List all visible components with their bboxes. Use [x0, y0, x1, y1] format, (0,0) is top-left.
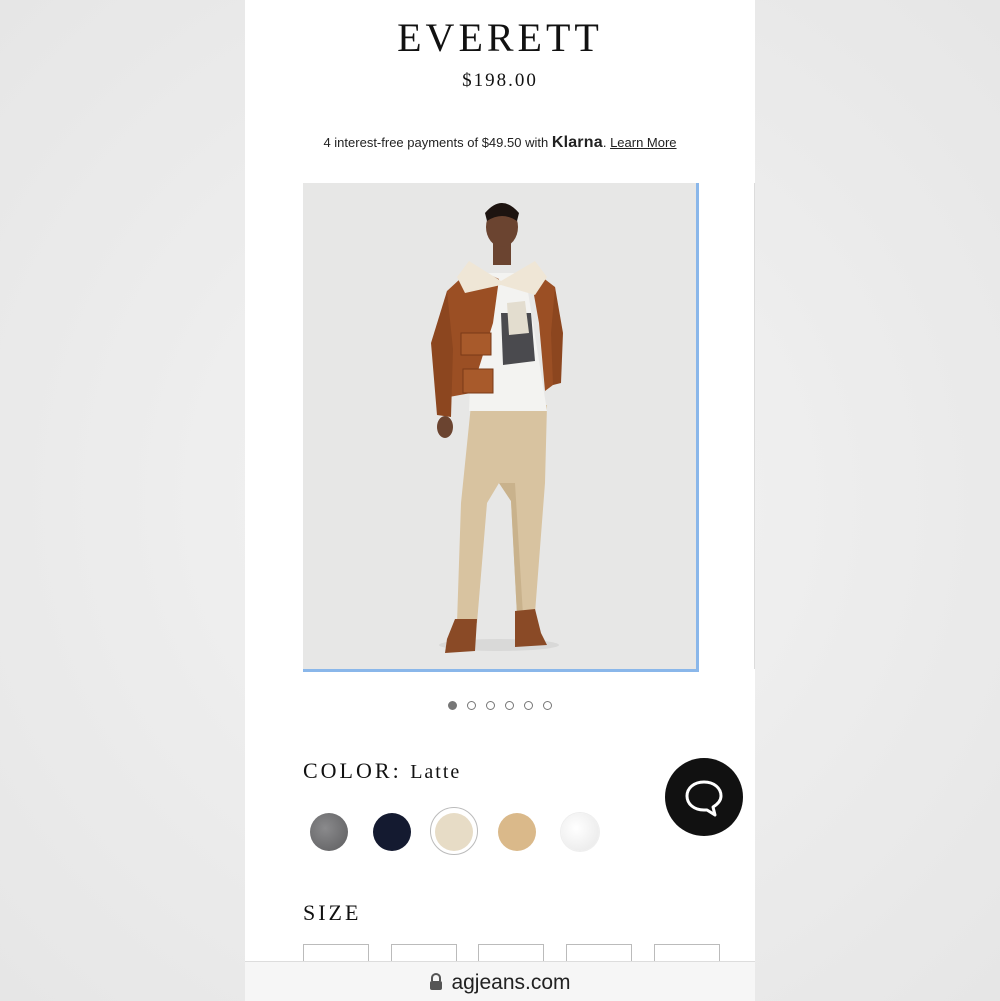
klarna-logo: Klarna [551, 134, 603, 151]
lock-icon [429, 972, 443, 997]
next-image-peek [754, 183, 755, 669]
product-title: EVERETT [397, 15, 603, 60]
pagination-dot[interactable] [486, 701, 495, 710]
size-heading: SIZE [303, 900, 362, 925]
color-swatch-white[interactable] [561, 813, 599, 851]
color-swatch-grey[interactable] [310, 813, 348, 851]
product-price: $198.00 [462, 70, 538, 91]
product-page: EVERETT $198.00 4 interest-free payments… [245, 0, 755, 1000]
klarna-learn-more-link[interactable]: Learn More [610, 135, 676, 150]
color-swatch-navy[interactable] [373, 813, 411, 851]
browser-address-bar[interactable]: agjeans.com [245, 961, 755, 1001]
chat-button[interactable] [665, 758, 743, 836]
pagination-dot[interactable] [543, 701, 552, 710]
chat-bubble-icon [685, 780, 723, 817]
color-heading: COLOR: Latte [303, 758, 461, 784]
color-label: COLOR [303, 758, 393, 783]
pagination-dot[interactable] [505, 701, 514, 710]
klarna-prefix: 4 interest-free payments of $49.50 with [323, 135, 549, 150]
gallery-pagination [245, 697, 755, 715]
product-photo [303, 183, 696, 669]
klarna-payment-message: 4 interest-free payments of $49.50 with … [245, 134, 755, 152]
pagination-dot[interactable] [524, 701, 533, 710]
pagination-dot[interactable] [448, 701, 457, 710]
color-separator: : [392, 758, 402, 783]
address-bar-text: agjeans.com [245, 971, 755, 997]
color-swatch-tan[interactable] [498, 813, 536, 851]
klarna-suffix: . [602, 135, 607, 150]
url-text: agjeans.com [451, 971, 571, 994]
pagination-dot[interactable] [467, 701, 476, 710]
product-image-gallery[interactable] [303, 183, 699, 672]
color-swatch-latte[interactable] [435, 813, 473, 851]
selected-color-name: Latte [410, 761, 462, 783]
